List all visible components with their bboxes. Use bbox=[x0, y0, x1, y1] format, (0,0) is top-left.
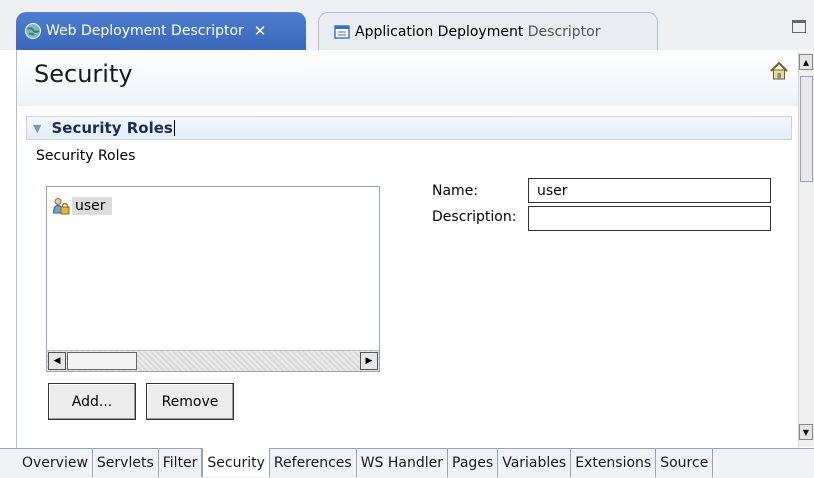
page-title: Security bbox=[34, 60, 133, 88]
tab-source[interactable]: Source bbox=[656, 449, 714, 477]
section-header-security-roles[interactable]: ▼ Security Roles bbox=[26, 116, 792, 140]
text-cursor bbox=[173, 120, 175, 136]
collapse-triangle-icon[interactable]: ▼ bbox=[33, 122, 41, 135]
description-field[interactable] bbox=[528, 206, 771, 231]
scroll-up-arrow-icon[interactable]: ▲ bbox=[799, 54, 813, 70]
form-header bbox=[17, 50, 802, 106]
tab-variables[interactable]: Variables bbox=[498, 449, 572, 477]
tab-ws-handler[interactable]: WS Handler bbox=[357, 449, 449, 477]
close-icon[interactable]: ✕ bbox=[254, 22, 267, 40]
descriptor-icon bbox=[334, 24, 350, 39]
tab-overview[interactable]: Overview bbox=[18, 449, 93, 477]
tab-servlets[interactable]: Servlets bbox=[93, 449, 159, 477]
name-label: Name: bbox=[432, 183, 479, 199]
horizontal-scroll-thumb[interactable] bbox=[67, 352, 137, 370]
tab-web-deployment-descriptor[interactable]: Web Deployment Descriptor ✕ bbox=[16, 12, 306, 50]
tab-extensions[interactable]: Extensions bbox=[571, 449, 657, 477]
scroll-left-arrow-icon[interactable]: ◀ bbox=[48, 352, 66, 370]
page-tab-bar: Overview Servlets Filter Security Refere… bbox=[0, 448, 814, 478]
maximize-icon[interactable] bbox=[792, 20, 806, 33]
name-field[interactable]: user bbox=[528, 178, 771, 203]
section-title: Security Roles bbox=[51, 119, 173, 137]
tab-pages[interactable]: Pages bbox=[448, 449, 499, 477]
scroll-right-arrow-icon[interactable]: ▶ bbox=[360, 352, 378, 370]
add-button[interactable]: Add... bbox=[48, 383, 136, 420]
tab-security[interactable]: Security bbox=[202, 448, 270, 477]
scroll-down-arrow-icon[interactable]: ▼ bbox=[799, 424, 813, 440]
role-label: user bbox=[72, 197, 112, 215]
tab-app-label: Application Deployment Descriptor bbox=[355, 23, 601, 40]
tab-references[interactable]: References bbox=[270, 449, 357, 477]
vertical-scroll-thumb[interactable] bbox=[800, 76, 813, 182]
description-label: Description: bbox=[432, 209, 517, 225]
list-item-role[interactable]: user bbox=[52, 194, 112, 218]
remove-button[interactable]: Remove bbox=[146, 383, 234, 420]
section-description: Security Roles bbox=[36, 148, 136, 164]
role-lock-icon bbox=[52, 198, 70, 215]
home-icon[interactable] bbox=[768, 60, 790, 82]
tab-application-deployment-descriptor[interactable]: Application Deployment Descriptor bbox=[318, 12, 658, 50]
tab-filter[interactable]: Filter bbox=[159, 449, 203, 477]
globe-icon bbox=[25, 23, 41, 39]
tab-web-label: Web Deployment Descriptor bbox=[46, 23, 244, 39]
